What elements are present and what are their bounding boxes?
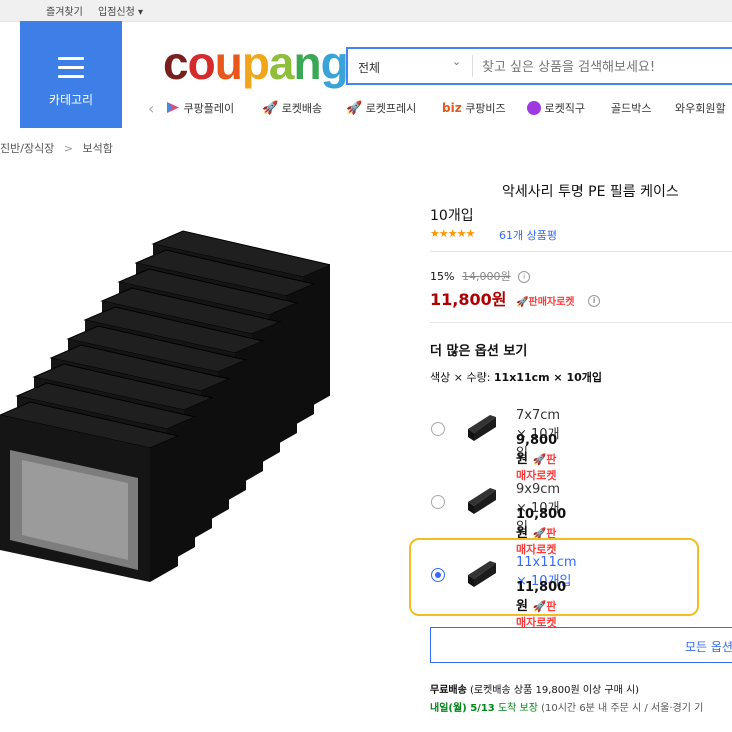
quicklink-label: 로켓배송 [281,102,323,115]
quicklink-wow[interactable]: 와우회원할 [675,100,726,116]
logo-letter: g [320,37,349,89]
logo-letter: p [241,37,270,89]
option-selector-value: 11x11cm × 10개입 [493,371,603,384]
quicklink-label: 로켓프레시 [365,102,417,115]
sale-price-row: 11,800원 🚀판매자로켓 i [430,286,601,310]
quicklink-rocket-delivery[interactable]: 🚀 로켓배송 [262,100,322,116]
top-utility-bar: 즐겨찾기 입점신청 ▾ [0,0,732,22]
quicklink-label: 쿠팡플레이 [183,102,235,115]
seller-rocket-badge: 🚀판매자로켓 [516,297,574,308]
option-price-row: 9,800원 🚀판매자로켓 [516,433,557,483]
category-label: 카테고리 [48,93,94,107]
delivery-eta-row: 내일(월) 5/13 도착 보장 (10시간 6분 내 주문 시 / 서울·경기… [430,699,703,714]
logo-letter: c [163,37,189,89]
search-divider [472,55,473,77]
category-menu-button[interactable]: 카테고리 [20,21,122,128]
order-cutoff: (10시간 6분 내 주문 시 / 서울·경기 기 [541,703,704,714]
quicklink-label: 쿠팡비즈 [465,102,506,115]
option-radio[interactable] [431,422,445,436]
all-options-label: 모든 옵션 [685,640,732,654]
original-price: 14,000원 [461,270,511,283]
breadcrumb-item[interactable]: 진반/장식장 [0,142,54,155]
rating-stars: ★★★★★ [430,227,475,240]
quicklink-goldbox[interactable]: 골드박스 [611,100,651,116]
logo-letter: o [187,37,216,89]
coupang-play-icon [167,102,179,113]
sale-price: 11,800원 [430,290,507,309]
breadcrumb: 진반/장식장 > 보석함 [0,140,113,156]
quicklink-rocket-fresh[interactable]: 🚀 로켓프레시 [346,100,416,116]
divider [430,322,732,323]
breadcrumb-item[interactable]: 보석함 [83,142,113,155]
search-bar: 전체 ⌄ [346,47,732,85]
logo-letter: u [214,37,243,89]
info-icon[interactable]: i [588,294,601,307]
chevron-down-icon: ▾ [138,7,144,18]
selected-option-highlight [409,538,699,616]
biz-icon: biz [442,101,462,115]
coupang-logo[interactable]: coupang [163,37,349,89]
rocket-icon: 🚀 [262,101,279,116]
breadcrumb-separator: > [63,142,74,155]
all-options-button[interactable]: 모든 옵션 [430,627,732,663]
option-selector-label: 색상 × 수량: [430,371,491,384]
arrival-date: 내일(월) 5/13 [430,703,495,714]
option-selector-summary: 색상 × 수량: 11x11cm × 10개입 [430,369,602,385]
quicklink-coupang-play[interactable]: 쿠팡플레이 [166,100,234,116]
partner-signup-link[interactable]: 입점신청 ▾ [98,3,143,18]
arrival-guarantee: 도착 보장 [497,703,538,714]
hamburger-icon [58,57,84,84]
rocket-direct-icon [527,101,541,115]
product-title: 악세사리 투명 PE 필름 케이스 [502,184,679,200]
info-icon[interactable]: i [518,271,531,283]
logo-letter: a [268,37,295,89]
option-thumbnail [468,415,496,441]
free-shipping-row: 무료배송 (로켓배송 상품 19,800원 이상 구매 시) [430,681,639,696]
rocket-icon: 🚀 [516,297,529,308]
option-thumbnail [468,488,496,514]
more-options-heading: 더 많은 옵션 보기 [430,344,528,359]
quicklink-rocket-direct[interactable]: 로켓직구 [527,100,585,116]
quicklink-prev-arrow[interactable]: ‹ [148,99,154,118]
rocket-fresh-icon: 🚀 [346,101,363,116]
free-shipping-label: 무료배송 [430,685,467,696]
discount-rate: 15% [430,270,455,283]
free-shipping-condition: (로켓배송 상품 19,800원 이상 구매 시) [470,685,640,696]
favorites-link[interactable]: 즐겨찾기 [46,3,83,18]
logo-letter: n [293,37,322,89]
product-image[interactable] [0,190,330,620]
partner-signup-label: 입점신청 [98,7,135,18]
search-input[interactable] [480,54,732,80]
discount-row: 15% 14,000원 i [430,268,531,284]
chevron-down-icon[interactable]: ⌄ [452,55,461,68]
product-title-line2: 10개입 [430,208,474,224]
search-category-select[interactable]: 전체 [358,59,380,76]
option-radio[interactable] [431,495,445,509]
seller-rocket-label: 판매자로켓 [528,297,575,308]
quicklink-label: 로켓직구 [544,102,585,115]
review-count-link[interactable]: 61개 상품평 [499,227,557,243]
quicklink-coupang-biz[interactable]: biz 쿠팡비즈 [442,100,506,116]
rocket-icon: 🚀 [532,453,547,466]
divider [430,251,732,252]
